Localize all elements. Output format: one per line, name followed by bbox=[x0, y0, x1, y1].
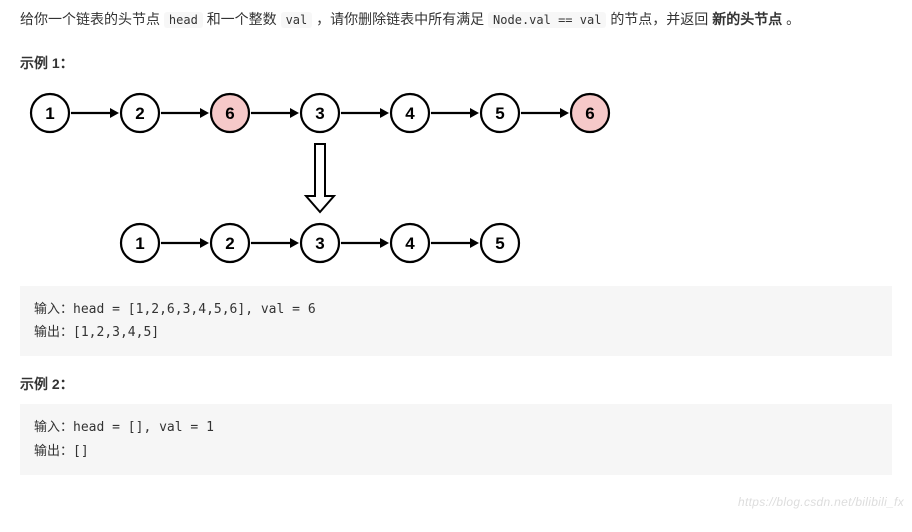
list-node: 6 bbox=[571, 94, 609, 132]
text: 和一个整数 bbox=[207, 11, 281, 27]
list-node: 2 bbox=[121, 94, 159, 132]
list-node: 5 bbox=[481, 224, 519, 262]
text-bold: 新的头节点 bbox=[712, 11, 782, 27]
arrow-icon bbox=[341, 108, 389, 118]
arrow-icon bbox=[251, 238, 299, 248]
list-node: 5 bbox=[481, 94, 519, 132]
arrow-icon bbox=[71, 108, 119, 118]
svg-text:4: 4 bbox=[405, 234, 415, 253]
arrow-icon bbox=[431, 238, 479, 248]
code-inline-val: val bbox=[281, 12, 313, 28]
text: 给你一个链表的头节点 bbox=[20, 11, 164, 27]
arrow-icon bbox=[341, 238, 389, 248]
linked-list-diagram: 1 2 6 3 4 5 6 1 2 3 4 5 bbox=[20, 83, 892, 276]
arrow-icon bbox=[521, 108, 569, 118]
output-label: 输出： bbox=[34, 444, 73, 459]
input-value: head = [1,2,6,3,4,5,6], val = 6 bbox=[73, 302, 316, 317]
svg-text:1: 1 bbox=[135, 234, 144, 253]
output-label: 输出： bbox=[34, 325, 73, 340]
input-label: 输入： bbox=[34, 420, 73, 435]
list-node: 3 bbox=[301, 94, 339, 132]
example-1-code: 输入：head = [1,2,6,3,4,5,6], val = 6 输出：[1… bbox=[20, 286, 892, 357]
example-1-output-line: 输出：[1,2,3,4,5] bbox=[34, 321, 878, 344]
watermark: https://blog.csdn.net/bilibili_fx bbox=[738, 495, 904, 509]
svg-text:2: 2 bbox=[225, 234, 234, 253]
example-2-code: 输入：head = [], val = 1 输出：[] bbox=[20, 404, 892, 475]
code-inline-cond: Node.val == val bbox=[488, 12, 606, 28]
svg-text:3: 3 bbox=[315, 104, 324, 123]
example-1-input-line: 输入：head = [1,2,6,3,4,5,6], val = 6 bbox=[34, 298, 878, 321]
example-1-title: 示例 1： bbox=[20, 53, 892, 73]
list-node: 2 bbox=[211, 224, 249, 262]
svg-text:4: 4 bbox=[405, 104, 415, 123]
output-value: [] bbox=[73, 444, 89, 459]
arrow-icon bbox=[161, 238, 209, 248]
list-node: 3 bbox=[301, 224, 339, 262]
example-2-input-line: 输入：head = [], val = 1 bbox=[34, 416, 878, 439]
list-node: 4 bbox=[391, 94, 429, 132]
arrow-icon bbox=[251, 108, 299, 118]
text: 的节点，并返回 bbox=[610, 11, 712, 27]
example-2-title: 示例 2： bbox=[20, 374, 892, 394]
text: 。 bbox=[786, 11, 800, 27]
code-inline-head: head bbox=[164, 12, 203, 28]
arrow-icon bbox=[431, 108, 479, 118]
svg-text:5: 5 bbox=[495, 234, 504, 253]
svg-text:6: 6 bbox=[225, 104, 234, 123]
svg-text:2: 2 bbox=[135, 104, 144, 123]
down-arrow-icon bbox=[306, 144, 334, 212]
svg-text:1: 1 bbox=[45, 104, 54, 123]
list-node: 1 bbox=[31, 94, 69, 132]
problem-statement: 给你一个链表的头节点 head 和一个整数 val ，请你删除链表中所有满足 N… bbox=[20, 6, 892, 33]
svg-text:3: 3 bbox=[315, 234, 324, 253]
example-2-output-line: 输出：[] bbox=[34, 440, 878, 463]
text: ，请你删除链表中所有满足 bbox=[316, 11, 488, 27]
list-node: 6 bbox=[211, 94, 249, 132]
svg-text:6: 6 bbox=[585, 104, 594, 123]
input-label: 输入： bbox=[34, 302, 73, 317]
svg-text:5: 5 bbox=[495, 104, 504, 123]
list-node: 4 bbox=[391, 224, 429, 262]
arrow-icon bbox=[161, 108, 209, 118]
input-value: head = [], val = 1 bbox=[73, 420, 214, 435]
list-node: 1 bbox=[121, 224, 159, 262]
output-value: [1,2,3,4,5] bbox=[73, 325, 159, 340]
linked-list-svg: 1 2 6 3 4 5 6 1 2 3 4 5 bbox=[20, 83, 680, 273]
